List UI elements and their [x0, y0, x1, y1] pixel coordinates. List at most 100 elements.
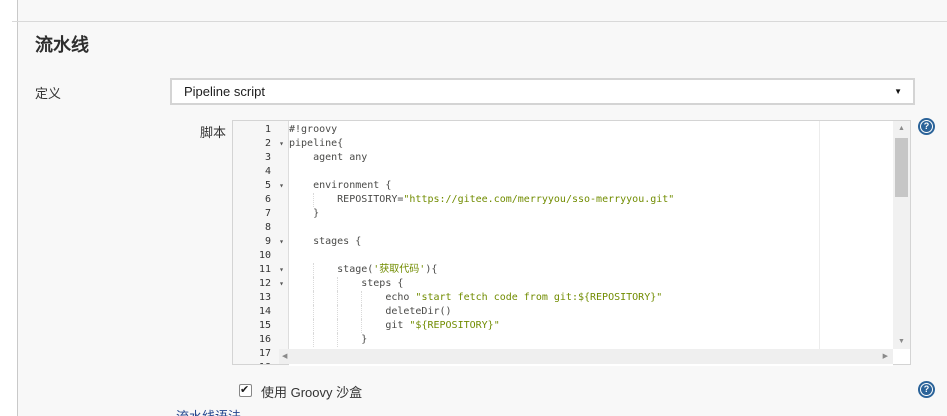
page-title: 流水线	[35, 35, 89, 55]
line-number: 6	[264, 194, 271, 205]
gutter-line: 2 ▾	[233, 137, 288, 151]
code-line: pipeline{	[289, 137, 893, 151]
code-line: git "${REPOSITORY}"	[289, 319, 893, 333]
pipeline-syntax-link[interactable]: 流水线语法	[176, 406, 241, 416]
pipeline-script-editor[interactable]: 12▾345▾6789▾1011▾12▾131415161718 #!groov…	[232, 120, 911, 366]
indent-guide	[313, 193, 337, 207]
gutter-line: 8	[233, 221, 288, 235]
scroll-left-icon[interactable]: ◀	[282, 352, 287, 360]
indent-guide	[289, 333, 313, 347]
indent-guide	[337, 277, 361, 291]
indent-guide	[289, 193, 313, 207]
code-line: steps {	[289, 277, 893, 291]
gutter-line: 6	[233, 193, 288, 207]
code-token: steps {	[361, 278, 404, 289]
editor-code-area[interactable]: #!groovy pipeline{ agent any environment { R…	[289, 121, 893, 366]
code-token: stages {	[313, 236, 362, 247]
gutter-line: 14	[233, 305, 288, 319]
gutter-line: 4	[233, 165, 288, 179]
line-number: 3	[264, 152, 271, 163]
fold-arrow-icon[interactable]: ▾	[279, 138, 284, 150]
code-line: echo "start fetch code from git:${REPOSI…	[289, 291, 893, 305]
gutter-line: 5 ▾	[233, 179, 288, 193]
indent-guide	[313, 305, 337, 319]
scroll-down-icon[interactable]: ▼	[893, 338, 910, 345]
code-line: stage('获取代码'){	[289, 263, 893, 277]
gutter-line: 15	[233, 319, 288, 333]
definition-select[interactable]: Pipeline script ▼	[170, 78, 915, 105]
fold-arrow-icon[interactable]: ▾	[279, 180, 284, 192]
indent-guide	[289, 235, 313, 249]
code-line: #!groovy	[289, 123, 893, 137]
help-icon-script[interactable]: ?	[918, 118, 935, 135]
left-pane-divider	[17, 0, 18, 416]
indent-guide	[361, 319, 385, 333]
code-token: }	[361, 334, 368, 345]
code-token: REPOSITORY=	[337, 194, 404, 205]
scroll-right-icon[interactable]: ▶	[883, 352, 888, 360]
code-token: environment {	[313, 180, 392, 191]
code-token: }	[313, 208, 320, 219]
definition-select-value: Pipeline script	[184, 84, 265, 99]
code-token: pipeline{	[289, 138, 344, 149]
line-number: 14	[258, 306, 271, 317]
editor-gutter: 12▾345▾6789▾1011▾12▾131415161718	[233, 121, 289, 364]
fold-arrow-icon[interactable]: ▾	[279, 236, 284, 248]
gutter-line: 12 ▾	[233, 277, 288, 291]
code-token-string: "${REPOSITORY}"	[409, 320, 500, 331]
indent-guide	[289, 207, 313, 221]
indent-guide	[289, 277, 313, 291]
fold-arrow-icon[interactable]: ▾	[279, 278, 284, 290]
scroll-up-icon[interactable]: ▲	[893, 125, 910, 132]
indent-guide	[289, 263, 313, 277]
code-token: echo	[385, 292, 416, 303]
code-token: #!groovy	[289, 124, 338, 135]
gutter-line: 16	[233, 333, 288, 347]
editor-vertical-scrollbar[interactable]: ▲ ▼	[893, 121, 910, 349]
section-top-divider	[12, 21, 947, 22]
code-token: git	[385, 320, 410, 331]
code-line: agent any	[289, 151, 893, 165]
line-number: 10	[258, 250, 271, 261]
gutter-line: 3	[233, 151, 288, 165]
code-token-string: "start fetch code from git:${REPOSITORY}…	[415, 292, 663, 303]
indent-guide	[289, 319, 313, 333]
line-number: 8	[264, 222, 271, 233]
indent-guide	[289, 151, 313, 165]
indent-guide	[313, 263, 337, 277]
indent-guide	[361, 291, 385, 305]
gutter-line: 10	[233, 249, 288, 263]
indent-guide	[361, 305, 385, 319]
code-line: }	[289, 333, 893, 347]
code-token: stage(	[337, 264, 374, 275]
code-line: REPOSITORY="https://gitee.com/merryyou/s…	[289, 193, 893, 207]
question-mark-icon: ?	[921, 121, 932, 132]
code-token: ){	[425, 264, 438, 275]
line-number: 13	[258, 292, 271, 303]
groovy-sandbox-checkbox[interactable]: ✔	[239, 384, 252, 397]
code-line: stages {	[289, 235, 893, 249]
indent-guide	[289, 179, 313, 193]
indent-guide	[337, 305, 361, 319]
indent-guide	[289, 305, 313, 319]
code-token: deleteDir()	[385, 306, 452, 317]
help-icon-sandbox[interactable]: ?	[918, 381, 935, 398]
code-token: agent any	[313, 152, 368, 163]
vertical-scrollbar-thumb[interactable]	[895, 138, 908, 197]
line-number: 1	[264, 124, 271, 135]
code-line: }	[289, 207, 893, 221]
editor-horizontal-scrollbar[interactable]: ◀ ▶	[279, 349, 893, 364]
chevron-down-icon: ▼	[894, 87, 902, 96]
fold-arrow-icon[interactable]: ▾	[279, 264, 284, 276]
line-number: 4	[264, 166, 271, 177]
indent-guide	[337, 291, 361, 305]
pipeline-config-page: 流水线 定义 Pipeline script ▼ 脚本 1 2 ▾ 3 4 5 ▾ 6 7 8 9 ▾…	[0, 0, 947, 416]
code-token-string: "https://gitee.com/merryyou/sso-merryyou…	[403, 194, 675, 205]
indent-guide	[337, 333, 361, 347]
indent-guide	[337, 319, 361, 333]
gutter-line: 13	[233, 291, 288, 305]
indent-guide	[313, 319, 337, 333]
